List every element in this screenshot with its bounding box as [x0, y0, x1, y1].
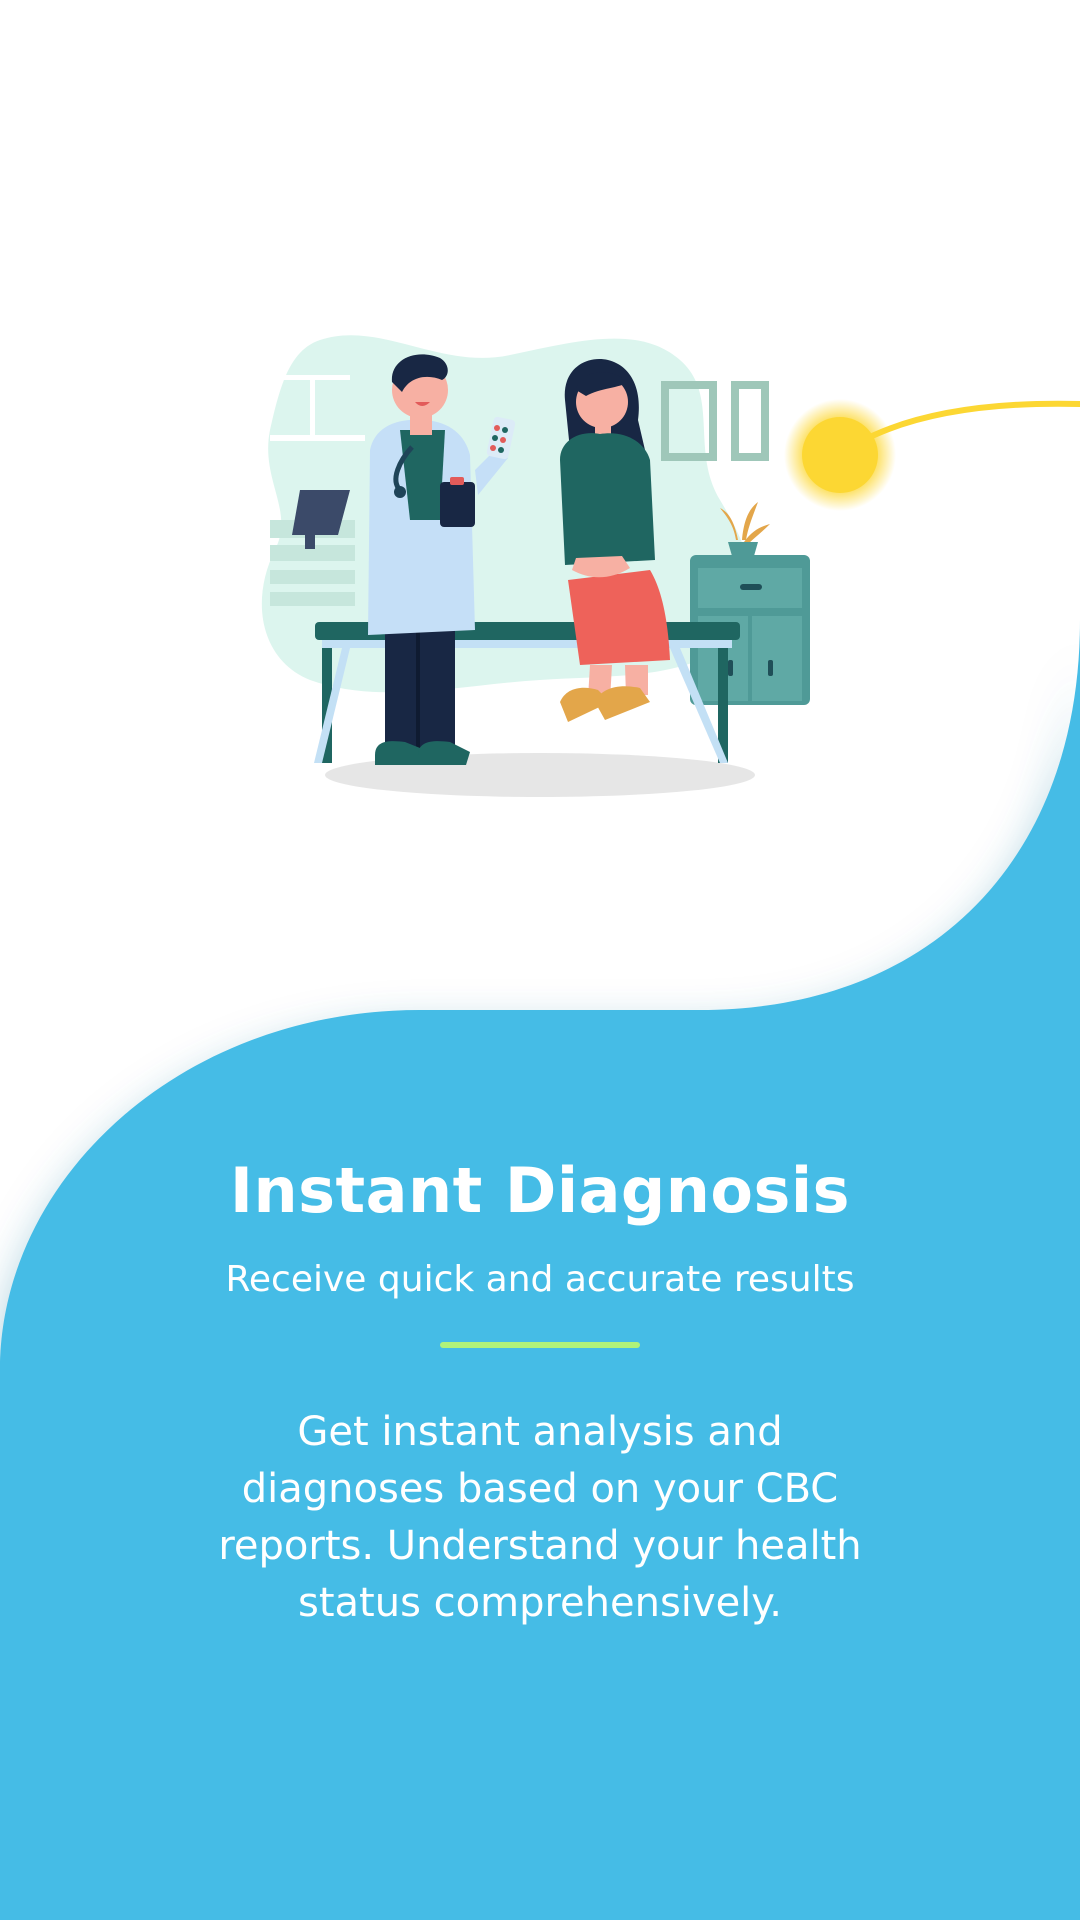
doctor-patient-illustration	[261, 335, 810, 797]
onboarding-description: Get instant analysis and diagnoses based…	[218, 1409, 862, 1626]
onboarding-screen: Instant Diagnosis Receive quick and accu…	[0, 0, 1080, 1920]
wave-background	[0, 480, 1080, 1920]
title-divider	[440, 1342, 640, 1348]
onboarding-content: Instant Diagnosis Receive quick and accu…	[0, 1150, 1080, 1632]
onboarding-title: Instant Diagnosis	[229, 1154, 851, 1227]
onboarding-subtitle: Receive quick and accurate results	[225, 1259, 855, 1300]
